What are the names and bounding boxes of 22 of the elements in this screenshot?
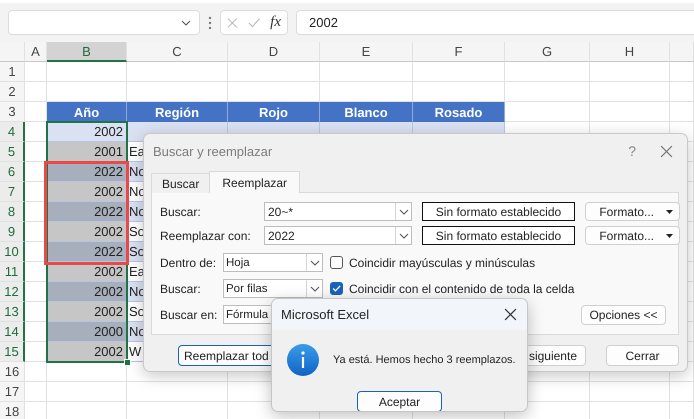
table-cell: 2002 <box>47 302 127 322</box>
table-cell: 2002 <box>47 282 127 302</box>
field-label: Buscar: <box>160 280 202 298</box>
table-header-cell: Región <box>127 102 228 122</box>
format-preview: Sin formato establecido <box>422 226 575 245</box>
message-text: Ya está. Hemos hecho 3 reemplazos. <box>333 354 516 366</box>
table-cell: 2000 <box>47 322 127 342</box>
table-header-cell: Rojo <box>228 102 320 122</box>
table-cell: 2001 <box>47 142 127 162</box>
table-header-cell: Rosado <box>413 102 505 122</box>
table-cell: 2022 <box>47 202 127 222</box>
table-cell: 2002 <box>47 122 127 142</box>
dialog-title: Microsoft Excel <box>281 307 370 322</box>
table-cell: 2002 <box>47 342 127 362</box>
table-header-cell: Año <box>47 102 127 122</box>
field-label: Buscar: <box>160 204 202 220</box>
field-label: Buscar en: <box>160 306 216 324</box>
table-cell: 2002 <box>47 222 127 242</box>
format-preview: Sin formato establecido <box>422 202 575 221</box>
table-cell: 2022 <box>47 242 127 262</box>
table-header-cell: Blanco <box>320 102 413 122</box>
table-cell: 2002 <box>47 182 127 202</box>
